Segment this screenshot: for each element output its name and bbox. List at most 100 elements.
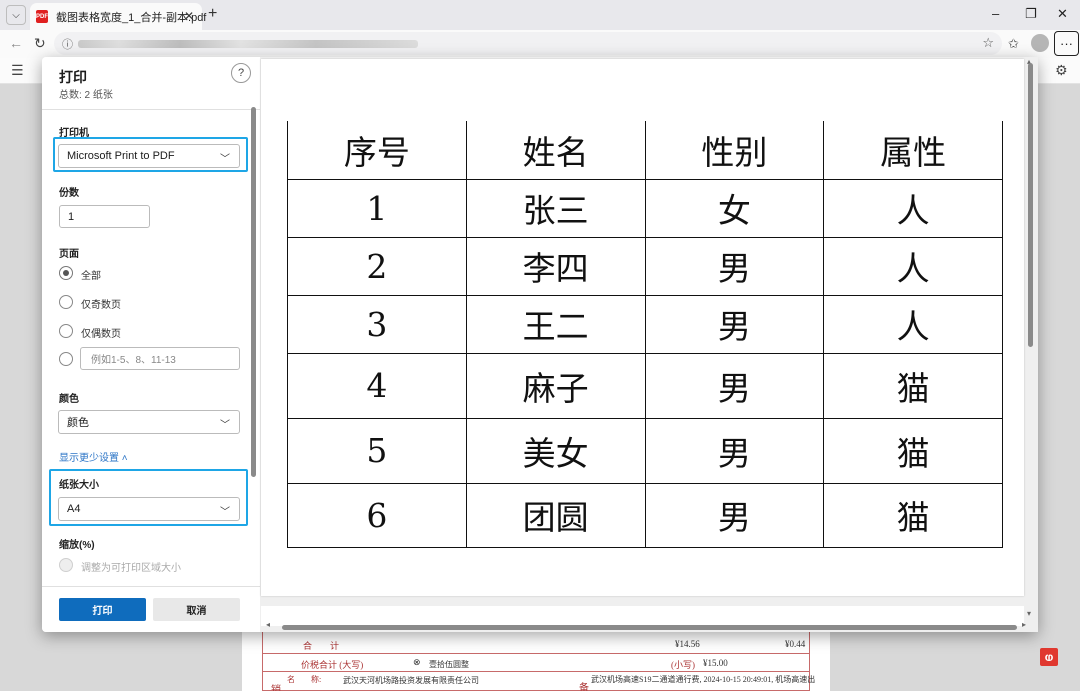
close-window-button[interactable]: ✕ [1057,6,1068,22]
table-cell: 4 [287,352,467,419]
invoice-total-label: 合 计 [303,641,340,651]
preview-data-table: 序号 姓名 性别 属性 1 张三 女 人 2 李四 男 人 3 王二 男 人 4… [287,121,1003,548]
invoice-remark-text: 武汉机场高速S19二通道通行费, 2024-10-15 20:49:01, 机场… [591,675,816,684]
cancel-button[interactable]: 取消 [153,598,240,621]
print-button[interactable]: 打印 [59,598,146,621]
pages-even-radio[interactable] [59,324,73,338]
scroll-left-arrow-icon[interactable]: ◂ [266,620,270,629]
chevron-down-icon: ﹀ [220,507,230,518]
table-cell: 5 [287,417,467,484]
table-cell: 人 [823,178,1003,238]
profile-avatar[interactable] [1031,34,1049,52]
pages-custom-placeholder: 例如1-5、8、11-13 [91,355,176,366]
table-cell: 人 [823,294,1003,354]
table-cell: 人 [823,236,1003,296]
url-text-blurred [78,40,418,48]
scale-fit-radio[interactable] [59,558,73,572]
invoice-remark-char: 备 [579,683,589,691]
print-settings-panel: 打印 总数: 2 纸张 ? 打印机 Microsoft Print to PDF… [42,57,260,632]
print-preview: 序号 姓名 性别 属性 1 张三 女 人 2 李四 男 人 3 王二 男 人 4… [260,57,1038,632]
preview-horizontal-scrollbar[interactable] [282,625,1017,630]
invoice-seller-char: 销 [271,685,281,691]
paper-size-label: 纸张大小 [59,480,99,491]
table-cell: 男 [644,294,825,354]
favorite-star-icon[interactable]: ☆ [982,35,994,51]
copies-label: 份数 [59,188,79,199]
more-menu-button[interactable]: ··· [1054,31,1079,56]
table-row: 4 麻子 男 猫 [287,352,1003,419]
invoice-total-caps-value: 壹拾伍圆整 [429,660,469,669]
background-invoice-fragment: 合 计 ¥14.56 ¥0.44 价税合计 (大写) ⊗ 壹拾伍圆整 (小写) … [262,630,815,691]
pages-odd-label: 仅奇数页 [81,300,121,311]
minimize-button[interactable]: – [992,6,999,21]
table-cell: 王二 [465,294,646,354]
table-cell: 男 [644,236,825,296]
color-label: 颜色 [59,394,79,405]
table-cell: 张三 [465,178,646,238]
pages-label: 页面 [59,249,79,260]
settings-scrollbar[interactable] [251,107,256,477]
color-value: 颜色 [67,417,89,429]
header-cell: 性别 [644,121,825,180]
table-cell: 李四 [465,236,646,296]
pages-custom-radio[interactable] [59,352,73,366]
color-select[interactable]: 颜色 ﹀ [58,410,240,434]
pages-all-label: 全部 [81,271,101,282]
gear-icon[interactable]: ⚙ [1055,62,1068,79]
table-cell: 男 [644,417,825,484]
header-cell: 姓名 [465,121,646,180]
table-cell: 男 [644,352,825,419]
cross-circle-icon: ⊗ [413,657,421,667]
copies-value: 1 [68,210,75,223]
copies-input[interactable]: 1 [59,205,150,228]
pages-all-radio[interactable] [59,266,73,280]
address-bar-row: ← ↻ ⓘ ☆ ✩ ··· [0,30,1080,58]
invoice-total-amount: ¥14.56 [675,639,700,649]
print-dialog: 打印 总数: 2 纸张 ? 打印机 Microsoft Print to PDF… [42,57,1038,632]
table-cell: 麻子 [465,352,646,419]
table-row: 6 团圆 男 猫 [287,482,1003,548]
header-cell: 属性 [823,121,1003,180]
preview-page-1: 序号 姓名 性别 属性 1 张三 女 人 2 李四 男 人 3 王二 男 人 4… [261,59,1024,596]
tab-actions-menu-button[interactable]: ⌵ [6,5,26,25]
url-input[interactable]: ⓘ ☆ [54,32,1002,55]
acrobat-icon[interactable]: ⱷ [1040,648,1058,666]
table-cell: 男 [644,482,825,548]
table-cell: 1 [287,178,467,238]
table-cell: 女 [644,178,825,238]
chevron-down-icon: ﹀ [220,420,230,431]
table-cell: 6 [287,482,467,548]
printer-select[interactable]: Microsoft Print to PDF ﹀ [58,144,240,168]
show-less-settings-link[interactable]: 显示更少设置 ˄ [59,449,128,464]
dialog-title: 打印 [59,69,87,85]
preview-page-2 [261,606,1024,626]
invoice-name-value: 武汉天河机场路投资发展有限责任公司 [343,676,479,685]
refresh-icon[interactable]: ↻ [34,35,46,52]
invoice-small-label: (小写) [671,660,695,670]
preview-vertical-scrollbar[interactable] [1028,63,1033,347]
table-cell: 3 [287,294,467,354]
scroll-down-arrow-icon[interactable]: ▾ [1027,609,1031,618]
browser-tab-active[interactable]: PDF 截图表格宽度_1_合并-副本.pdf ✕ [30,3,206,30]
pages-odd-radio[interactable] [59,295,73,309]
table-cell: 猫 [823,352,1003,419]
new-tab-button[interactable]: + [208,5,217,23]
chevron-down-icon: ⌵ [12,9,20,21]
help-icon[interactable]: ? [231,63,251,83]
pages-even-label: 仅偶数页 [81,329,121,340]
table-row: 2 李四 男 人 [287,236,1003,296]
paper-size-select[interactable]: A4 ﹀ [58,497,240,521]
contents-list-icon[interactable]: ☰ [11,62,24,79]
tab-close-icon[interactable]: ✕ [184,9,194,23]
table-cell: 猫 [823,482,1003,548]
site-info-icon[interactable]: ⓘ [62,36,73,52]
restore-button[interactable]: ❐ [1025,6,1037,22]
pages-custom-input[interactable]: 例如1-5、8、11-13 [80,347,240,370]
back-arrow-icon[interactable]: ← [9,35,23,51]
scroll-right-arrow-icon[interactable]: ▸ [1022,620,1026,629]
header-cell: 序号 [287,121,467,180]
table-cell: 猫 [823,417,1003,484]
table-row: 3 王二 男 人 [287,294,1003,354]
scale-fit-label: 调整为可打印区域大小 [81,563,181,574]
favorites-icon[interactable]: ✩ [1008,36,1019,52]
